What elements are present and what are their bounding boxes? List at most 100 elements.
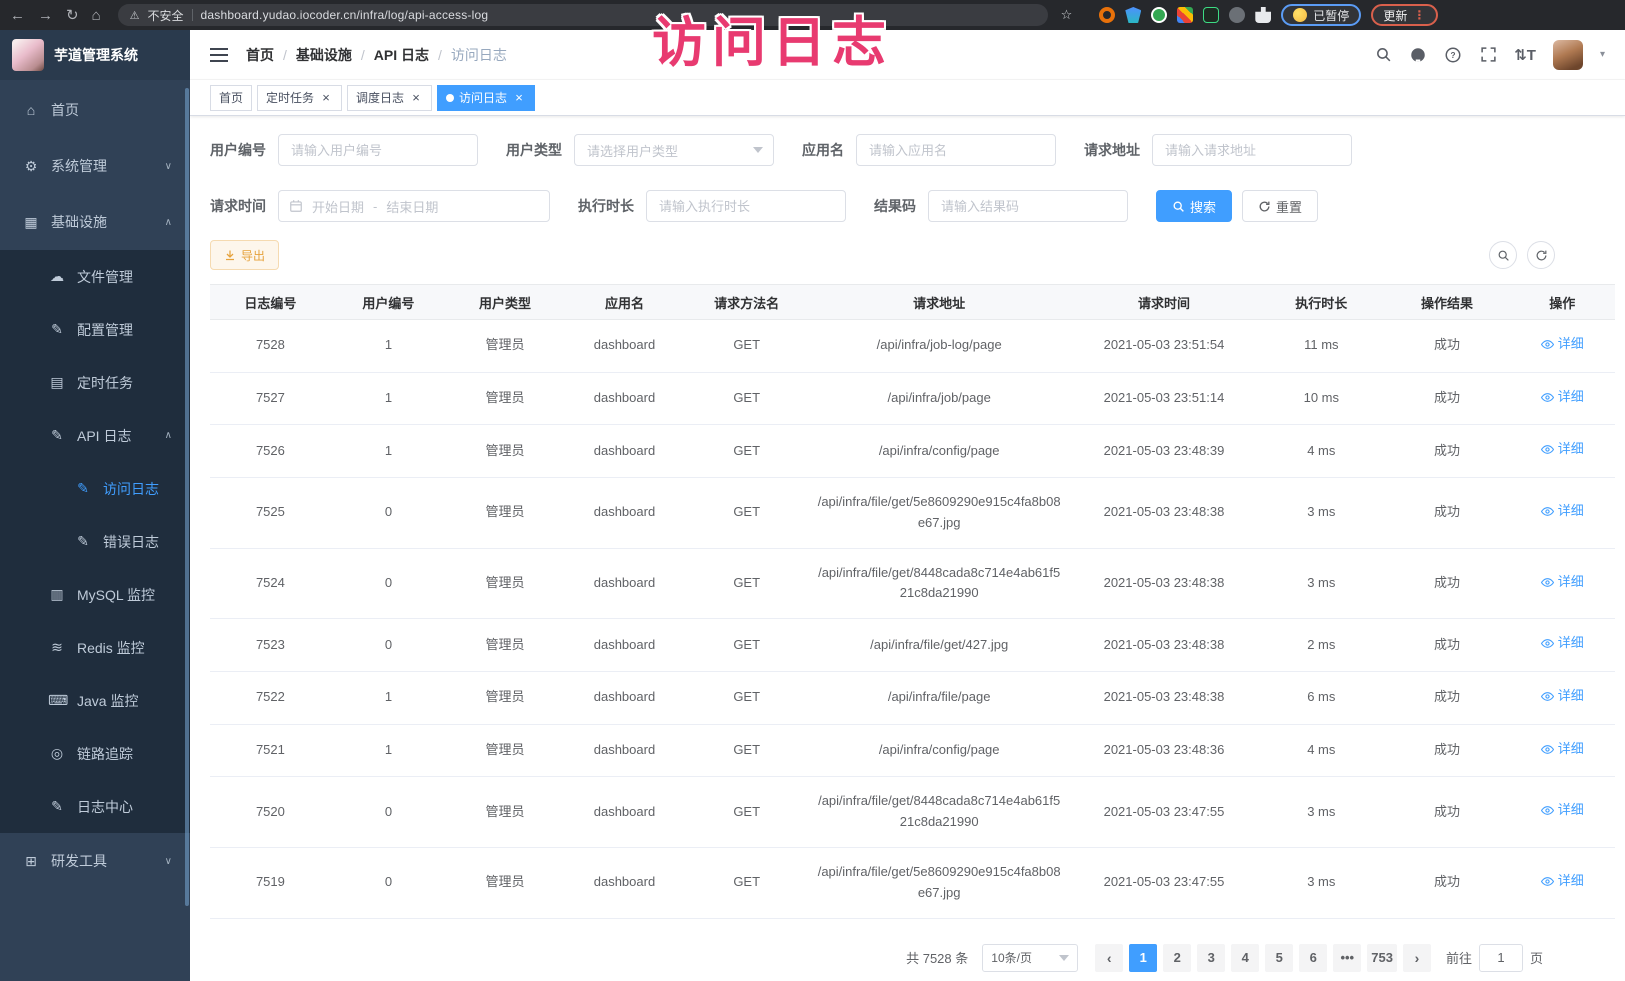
page-button-2[interactable]: 2: [1163, 944, 1191, 972]
export-button[interactable]: 导出: [210, 240, 279, 270]
breadcrumb-item[interactable]: API 日志: [374, 45, 429, 65]
sidebar-item-链路追踪[interactable]: ◎链路追踪: [0, 727, 190, 780]
security-label[interactable]: 不安全: [148, 7, 184, 24]
forward-icon[interactable]: →: [38, 8, 53, 23]
page-size-select[interactable]: 10条/页: [982, 944, 1078, 972]
detail-link[interactable]: 详细: [1541, 739, 1584, 760]
sidebar-item-系统管理[interactable]: ⚙系统管理∨: [0, 138, 190, 194]
detail-link[interactable]: 详细: [1541, 501, 1584, 522]
sidebar-item-访问日志[interactable]: ✎访问日志: [0, 462, 190, 515]
cell-user_id: 1: [331, 671, 446, 724]
extension-icon[interactable]: [1151, 7, 1167, 23]
page-button-3[interactable]: 3: [1197, 944, 1225, 972]
fullscreen-icon[interactable]: [1479, 46, 1497, 64]
url-text[interactable]: dashboard.yudao.iocoder.cn/infra/log/api…: [201, 8, 489, 22]
github-icon[interactable]: [1409, 46, 1427, 64]
sidebar-item-API 日志[interactable]: ✎API 日志∧: [0, 409, 190, 462]
request-url-input[interactable]: [1152, 134, 1352, 166]
reload-icon[interactable]: ↻: [66, 8, 79, 23]
page-button-753[interactable]: 753: [1367, 944, 1397, 972]
browser-menu-icon[interactable]: ⋮: [1413, 8, 1426, 22]
close-icon[interactable]: ×: [409, 91, 423, 105]
user-id-input[interactable]: [278, 134, 478, 166]
breadcrumb-item[interactable]: 基础设施: [296, 45, 352, 65]
sidebar-item-定时任务[interactable]: ▤定时任务: [0, 356, 190, 409]
tab-首页[interactable]: 首页: [210, 85, 252, 111]
detail-link[interactable]: 详细: [1541, 572, 1584, 593]
detail-link[interactable]: 详细: [1541, 686, 1584, 707]
cell-actions: 详细: [1510, 320, 1615, 373]
bookmark-star-icon[interactable]: ☆: [1061, 7, 1073, 23]
back-icon[interactable]: ←: [10, 8, 25, 23]
sidebar-item-首页[interactable]: ⌂首页: [0, 82, 190, 138]
toggle-search-button[interactable]: [1489, 241, 1517, 269]
prev-page-button[interactable]: ‹: [1095, 944, 1123, 972]
sidebar-item-基础设施[interactable]: ▦基础设施∧: [0, 194, 190, 250]
extension-icon[interactable]: [1203, 7, 1219, 23]
app-name-input[interactable]: [856, 134, 1056, 166]
sidebar-scrollbar[interactable]: [185, 88, 189, 906]
tab-定时任务[interactable]: 定时任务×: [257, 85, 342, 111]
java-monitor-icon: ⌨: [48, 692, 66, 709]
refresh-table-button[interactable]: [1527, 241, 1555, 269]
avatar[interactable]: [1553, 40, 1583, 70]
extension-icon[interactable]: [1229, 7, 1245, 23]
detail-link[interactable]: 详细: [1541, 387, 1584, 408]
search-button[interactable]: 搜索: [1156, 190, 1232, 222]
browser-home-icon[interactable]: ⌂: [92, 8, 101, 23]
tab-调度日志[interactable]: 调度日志×: [347, 85, 432, 111]
sidebar-item-Redis 监控[interactable]: ≋Redis 监控: [0, 621, 190, 674]
extension-shield-icon[interactable]: [1125, 7, 1141, 23]
detail-link[interactable]: 详细: [1541, 334, 1584, 355]
search-icon[interactable]: [1374, 46, 1392, 64]
cell-duration: 6 ms: [1258, 671, 1384, 724]
sidebar-item-配置管理[interactable]: ✎配置管理: [0, 303, 190, 356]
detail-link[interactable]: 详细: [1541, 633, 1584, 654]
detail-link[interactable]: 详细: [1541, 871, 1584, 892]
help-icon[interactable]: ?: [1444, 46, 1462, 64]
page-button-5[interactable]: 5: [1265, 944, 1293, 972]
extension-icon[interactable]: [1099, 7, 1115, 23]
cell-user_type: 管理员: [446, 425, 564, 478]
breadcrumb-item[interactable]: 首页: [246, 45, 274, 65]
start-date-placeholder[interactable]: 开始日期: [312, 197, 364, 216]
duration-input[interactable]: [646, 190, 846, 222]
request-time-range-picker[interactable]: 开始日期 - 结束日期: [278, 190, 550, 222]
sidebar-item-Java 监控[interactable]: ⌨Java 监控: [0, 674, 190, 727]
sidebar-item-日志中心[interactable]: ✎日志中心: [0, 780, 190, 833]
logo-row[interactable]: 芋道管理系统: [0, 30, 190, 80]
extension-grid-icon[interactable]: [1177, 7, 1193, 23]
page-button-4[interactable]: 4: [1231, 944, 1259, 972]
paused-badge[interactable]: 已暂停: [1281, 4, 1361, 26]
font-size-icon[interactable]: ⇅T: [1514, 46, 1536, 64]
page-button-1[interactable]: 1: [1129, 944, 1157, 972]
end-date-placeholder[interactable]: 结束日期: [386, 197, 438, 216]
eye-icon: [1541, 391, 1554, 404]
cell-result: 成功: [1385, 372, 1510, 425]
close-icon[interactable]: ×: [319, 91, 333, 105]
sidebar-item-MySQL 监控[interactable]: ▥MySQL 监控: [0, 568, 190, 621]
next-page-button[interactable]: ›: [1403, 944, 1431, 972]
result-code-input[interactable]: [928, 190, 1128, 222]
sidebar-item-研发工具[interactable]: ⊞研发工具∨: [0, 833, 190, 889]
page-button-6[interactable]: 6: [1299, 944, 1327, 972]
cell-user_id: 0: [331, 619, 446, 672]
user-type-select[interactable]: 请选择用户类型: [574, 134, 774, 166]
cell-time: 2021-05-03 23:48:36: [1070, 724, 1258, 777]
extensions-puzzle-icon[interactable]: [1255, 7, 1271, 23]
tab-访问日志[interactable]: 访问日志×: [437, 85, 535, 111]
close-icon[interactable]: ×: [512, 91, 526, 105]
table-row: 75211管理员dashboardGET/api/infra/config/pa…: [210, 724, 1615, 777]
sidebar-item-文件管理[interactable]: ☁文件管理: [0, 250, 190, 303]
hamburger-icon[interactable]: [210, 48, 228, 62]
detail-link[interactable]: 详细: [1541, 439, 1584, 460]
address-bar[interactable]: ⚠ 不安全 dashboard.yudao.iocoder.cn/infra/l…: [118, 4, 1048, 26]
chevron-down-icon[interactable]: ▾: [1600, 49, 1605, 60]
reset-button[interactable]: 重置: [1242, 190, 1318, 222]
table-row: 75271管理员dashboardGET/api/infra/job/page2…: [210, 372, 1615, 425]
more-pages-button[interactable]: •••: [1333, 944, 1361, 972]
update-button[interactable]: 更新⋮: [1371, 4, 1438, 26]
detail-link[interactable]: 详细: [1541, 800, 1584, 821]
sidebar-item-错误日志[interactable]: ✎错误日志: [0, 515, 190, 568]
goto-page-input[interactable]: [1479, 944, 1523, 972]
